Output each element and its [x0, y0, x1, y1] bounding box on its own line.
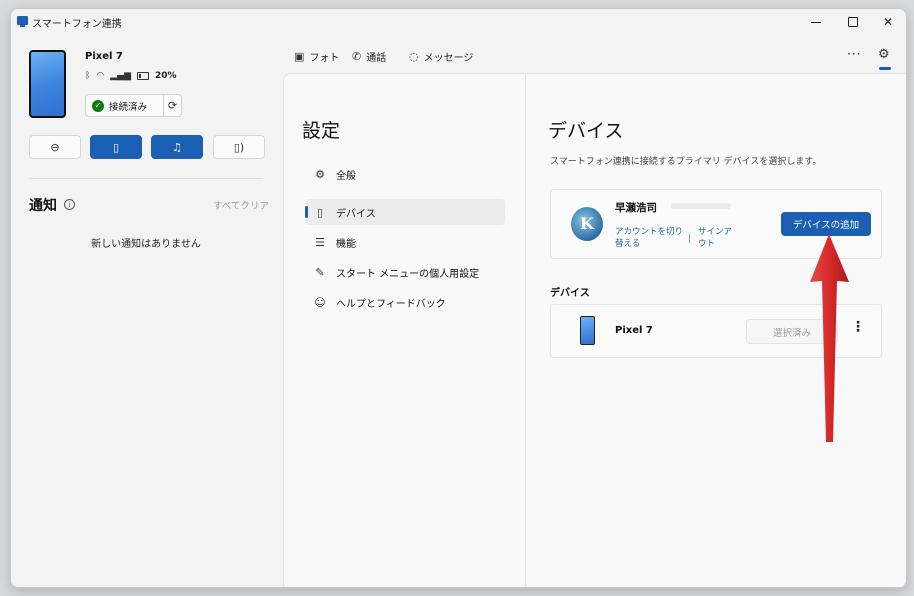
- annotation-arrow: [810, 234, 849, 442]
- arrow-shape: [810, 234, 849, 442]
